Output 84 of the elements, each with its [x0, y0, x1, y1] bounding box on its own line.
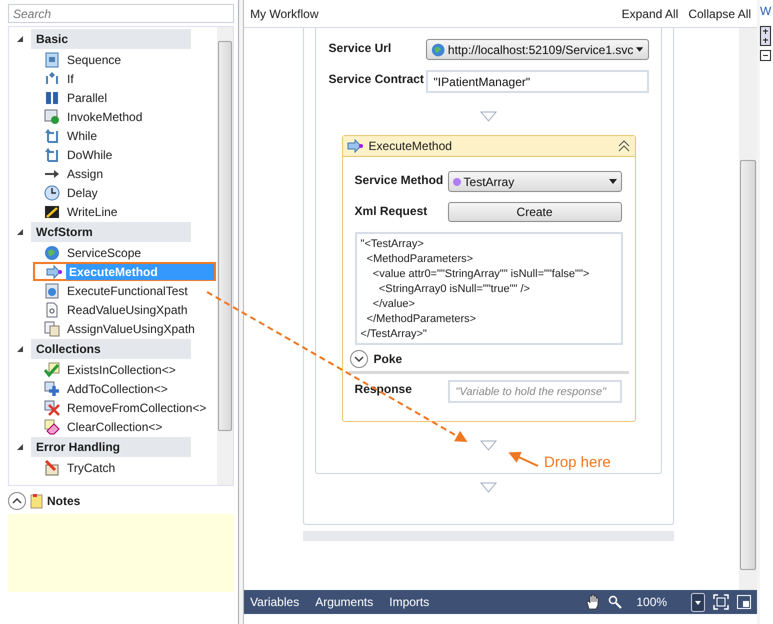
section-title: Poke: [374, 352, 402, 366]
overview-icon[interactable]: [737, 595, 752, 609]
arrow-icon: [46, 264, 62, 280]
toolbox-item[interactable]: Parallel: [44, 88, 214, 107]
category-header[interactable]: Error Handling: [31, 437, 191, 457]
plus-icon: [44, 380, 60, 396]
dropdown-button[interactable]: [691, 592, 706, 612]
branch-icon: [44, 70, 60, 86]
toolbox-item[interactable]: Assign: [44, 164, 214, 183]
catch-icon: [44, 460, 60, 476]
toolbox-item[interactable]: AddToCollection<>: [44, 379, 214, 398]
fit-screen-icon[interactable]: [713, 594, 730, 610]
expand-button[interactable]: [350, 350, 368, 368]
hand-icon[interactable]: [586, 594, 600, 610]
input-field[interactable]: "Variable to hold the response": [448, 380, 622, 403]
toolbox-item[interactable]: ExecuteFunctionalTest: [44, 281, 214, 300]
search-field[interactable]: Search: [8, 4, 234, 23]
panel-title: W: [760, 3, 772, 18]
globe-icon: [44, 244, 60, 260]
category-header[interactable]: WcfStorm: [31, 222, 191, 242]
check-icon: [44, 362, 60, 378]
bottom-tab[interactable]: Arguments: [315, 595, 374, 609]
expand-all-icon[interactable]: [760, 26, 772, 46]
caret-icon: [608, 179, 617, 184]
input-field[interactable]: "IPatientManager": [426, 70, 649, 93]
toolbox-item[interactable]: ReadValueUsingXpath: [44, 300, 214, 319]
document-icon: [44, 302, 60, 318]
field-label: Service Contract: [328, 71, 425, 88]
toolbox-item[interactable]: TryCatch: [44, 458, 214, 477]
toolbox-item[interactable]: If: [44, 69, 214, 88]
eraser-icon: [44, 418, 60, 434]
pencil-icon: [44, 204, 60, 220]
field-label: Xml Request: [354, 203, 428, 220]
drop-hint: Drop here: [544, 454, 611, 471]
documents-icon: [44, 320, 60, 336]
toolbox-item[interactable]: DoWhile: [44, 145, 214, 164]
bottom-tab[interactable]: Imports: [389, 595, 430, 609]
create-button[interactable]: Create: [448, 202, 622, 222]
chevron-icon: [12, 498, 22, 504]
notes-title: Notes: [47, 494, 80, 508]
toolbox-item[interactable]: WriteLine: [44, 202, 214, 221]
bottom-tab[interactable]: Variables: [250, 595, 300, 609]
caret-icon: [636, 47, 644, 52]
play-icon: [44, 108, 60, 124]
zoom-level: 100%: [636, 595, 668, 609]
cross-icon: [44, 400, 60, 416]
workflow-title: My Workflow: [250, 6, 320, 20]
url-dropdown[interactable]: http://localhost:52109/Service1.svc: [426, 39, 649, 60]
loop-icon: [44, 128, 60, 144]
toolbox-item[interactable]: InvokeMethod: [44, 107, 214, 126]
toolbox-item[interactable]: ClearCollection<>: [44, 417, 214, 436]
toolbox-item[interactable]: RemoveFromCollection<>: [44, 398, 214, 417]
clock-icon: [44, 184, 60, 200]
category-header[interactable]: Basic: [31, 29, 191, 49]
scrollbar[interactable]: [739, 28, 758, 590]
dot-icon: [452, 178, 461, 186]
collapse-icon[interactable]: [616, 139, 631, 153]
bars-icon: [44, 90, 60, 106]
collapse-all-icon[interactable]: [760, 50, 772, 61]
toolbox-item[interactable]: ServiceScope: [44, 243, 214, 262]
method-dropdown[interactable]: TestArray: [448, 171, 622, 192]
toolbox-item[interactable]: Delay: [44, 183, 214, 202]
toolbox-item[interactable]: AssignValueUsingXpath: [44, 319, 214, 338]
globe-icon: [430, 42, 445, 58]
activity-title: ExecuteMethod: [368, 139, 453, 153]
field-label: Service Method: [354, 172, 444, 189]
pointer-arrow: [508, 452, 538, 467]
search-icon[interactable]: [608, 595, 622, 609]
note-icon: [30, 494, 43, 508]
box-icon: [44, 52, 60, 68]
xml-editor[interactable]: "<TestArray> <MethodParameters> <value attr0=""StringArray"" isNull=""false""> <StringArray0 isNull=""true"" /> </value> </MethodParameters> </TestArray>": [354, 232, 623, 345]
toolbox-item[interactable]: While: [44, 126, 214, 145]
scrollbar[interactable]: [217, 27, 234, 485]
category-header[interactable]: Collections: [31, 339, 191, 359]
field-label: Service Url: [328, 40, 392, 57]
header-link[interactable]: Collapse All: [688, 6, 752, 20]
chevron-icon: [354, 356, 364, 362]
toolbox-item[interactable]: ExistsInCollection<>: [44, 360, 214, 379]
arrow-icon: [346, 138, 363, 154]
header-link[interactable]: Expand All: [622, 6, 678, 20]
collapse-button[interactable]: [8, 492, 26, 510]
loop-icon: [44, 146, 60, 162]
toolbox-item[interactable]: Sequence: [44, 50, 214, 69]
horizontal-scrollbar[interactable]: [303, 531, 674, 541]
